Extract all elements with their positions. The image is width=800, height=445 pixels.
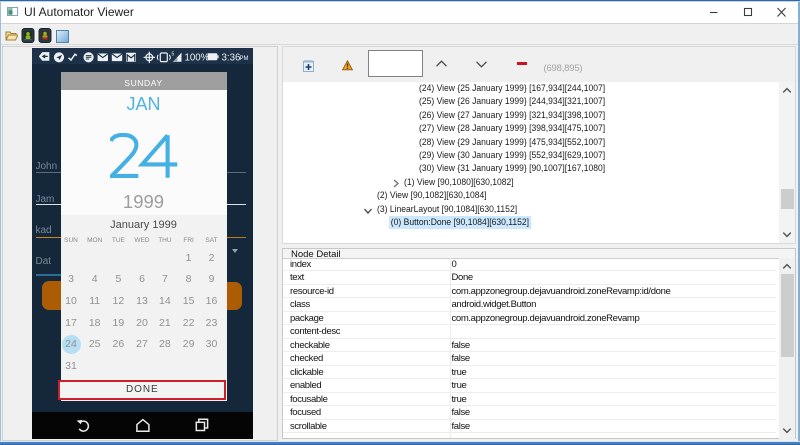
svg-text:3:36: 3:36 bbox=[222, 52, 241, 63]
svg-text:5: 5 bbox=[172, 52, 175, 58]
svg-text:100%: 100% bbox=[185, 52, 210, 63]
svg-text:PM: PM bbox=[240, 56, 249, 62]
